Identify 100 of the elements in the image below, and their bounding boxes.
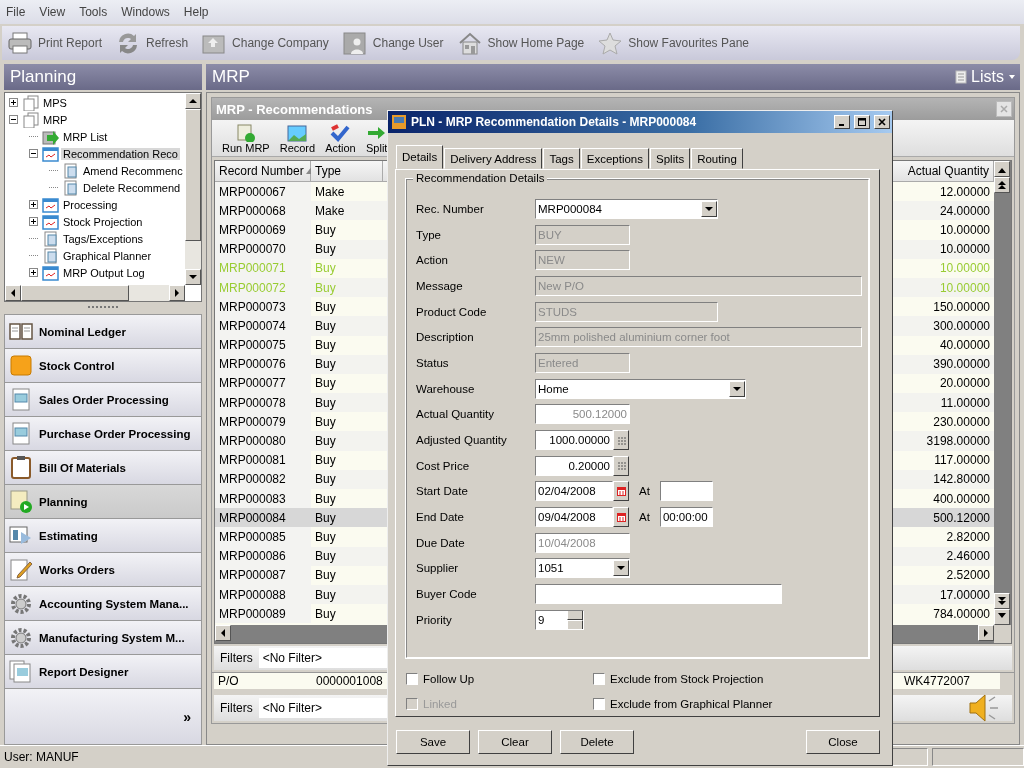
scroll-up-button[interactable] [185, 93, 201, 109]
toolbar-button[interactable]: Split [363, 124, 390, 154]
collapse-icon[interactable] [29, 149, 38, 158]
checkbox[interactable]: Exclude from Stock Projection [593, 666, 869, 691]
maximize-button[interactable] [854, 115, 870, 129]
text-field[interactable] [535, 584, 782, 605]
toolbar-button[interactable]: Run MRP [220, 124, 272, 154]
collapse-icon[interactable] [9, 115, 18, 124]
date-field[interactable]: 02/04/2008 [535, 481, 613, 502]
menu-item[interactable]: View [39, 5, 66, 19]
spin-down-button[interactable] [567, 619, 583, 629]
scroll-bottom-button[interactable] [994, 609, 1010, 625]
dropdown-button[interactable] [701, 200, 717, 217]
spin-up-button[interactable] [567, 610, 583, 620]
tree-item[interactable]: MRP Output Log [61, 266, 147, 279]
dropdown-field[interactable]: MRP000084 [535, 198, 718, 219]
scroll-right-button[interactable] [978, 625, 994, 641]
dialog-button[interactable]: Delete [560, 730, 634, 754]
checkbox[interactable]: Follow Up [406, 666, 593, 691]
tree-item[interactable]: MPS [41, 96, 69, 109]
tree-item[interactable]: Stock Projection [61, 215, 145, 228]
date-field[interactable]: 09/04/2008 [535, 507, 613, 528]
scroll-left-button[interactable] [215, 625, 231, 641]
menu-item[interactable]: Tools [79, 5, 108, 19]
calendar-button[interactable] [613, 507, 629, 528]
spinner-field[interactable]: 9 [535, 609, 584, 630]
scroll-right-button[interactable] [169, 285, 185, 301]
lists-button[interactable]: Lists [955, 68, 1016, 86]
toolbar-button[interactable]: Change Company [200, 29, 331, 57]
toolbar-button[interactable]: Record [277, 124, 318, 154]
expand-icon[interactable] [9, 98, 18, 107]
toolbar-button[interactable]: Action [323, 124, 358, 154]
expand-icon[interactable] [29, 268, 38, 277]
dialog-button[interactable]: Clear [478, 730, 552, 754]
expand-icon[interactable] [29, 217, 38, 226]
number-field[interactable]: 0.20000 [535, 455, 613, 476]
calendar-button[interactable] [613, 481, 629, 502]
page-icon [62, 162, 79, 179]
toolbar-button[interactable]: Show Home Page [455, 29, 587, 57]
text-field[interactable]: 10/04/2008 [535, 532, 630, 553]
module-button[interactable]: Report Designer [4, 655, 202, 689]
module-button[interactable]: Nominal Ledger [4, 314, 202, 349]
module-button[interactable]: Estimating [4, 519, 202, 553]
checkbox[interactable]: Exclude from Graphical Planner [593, 691, 869, 716]
menu-item[interactable]: File [6, 5, 26, 19]
calculator-button[interactable] [613, 455, 629, 476]
tab[interactable]: Details [396, 145, 444, 169]
column-header[interactable]: Record Number [215, 161, 311, 181]
module-button[interactable]: Manufacturing System M... [4, 621, 202, 655]
tab[interactable]: Exceptions [580, 148, 649, 169]
more-button[interactable]: » [183, 708, 191, 725]
time-field[interactable] [659, 481, 713, 502]
module-button[interactable]: Accounting System Mana... [4, 587, 202, 621]
menu-item[interactable]: Help [183, 5, 209, 19]
expand-icon[interactable] [29, 200, 38, 209]
tree-item[interactable]: Processing [61, 198, 120, 211]
dropdown-field[interactable]: 1051 [535, 558, 630, 579]
text-field[interactable]: 500.12000 [535, 404, 630, 425]
tree-item[interactable]: MRP [41, 113, 70, 126]
number-field[interactable]: 1000.00000 [535, 430, 613, 451]
toolbar-button[interactable]: Show Favourites Pane [596, 29, 751, 57]
scrollbar[interactable] [185, 93, 201, 285]
scrollbar[interactable] [994, 161, 1011, 625]
tree-item[interactable]: MRP List [61, 130, 110, 143]
tree-item[interactable]: Amend Recommenc [81, 164, 185, 177]
toolbar-button[interactable]: Refresh [114, 29, 191, 57]
module-button[interactable]: Works Orders [4, 553, 202, 587]
time-field[interactable]: 00:00:00 [659, 507, 713, 528]
module-button[interactable]: Sales Order Processing [4, 383, 202, 417]
tree-item[interactable]: Recommendation Reco [61, 147, 180, 160]
dropdown-button[interactable] [613, 560, 629, 577]
minimize-button[interactable] [834, 115, 850, 129]
dropdown-button[interactable] [729, 380, 745, 397]
tree-item[interactable]: Delete Recommend [81, 181, 183, 194]
tree-item[interactable]: Graphical Planner [61, 249, 154, 262]
page-down-button[interactable] [994, 593, 1010, 609]
page-up-button[interactable] [994, 177, 1010, 193]
tree-item[interactable]: Tags/Exceptions [61, 232, 146, 245]
column-header[interactable]: Actual Quantity [890, 161, 994, 181]
splitter-grip[interactable] [88, 306, 118, 310]
dropdown-field[interactable]: Home [535, 378, 746, 399]
tab[interactable]: Tags [543, 148, 580, 169]
tab[interactable]: Routing [691, 148, 743, 169]
scroll-down-button[interactable] [185, 269, 201, 285]
scrollbar[interactable] [5, 285, 185, 301]
scroll-left-button[interactable] [5, 285, 21, 301]
column-header[interactable]: Type [311, 161, 383, 181]
scroll-top-button[interactable] [994, 161, 1010, 177]
dialog-button[interactable]: Close [806, 730, 880, 754]
module-button[interactable]: Bill Of Materials [4, 451, 202, 485]
module-button[interactable]: Stock Control [4, 349, 202, 383]
dialog-button[interactable]: Save [396, 730, 470, 754]
toolbar-button[interactable]: Print Report [6, 29, 105, 57]
module-button[interactable]: Purchase Order Processing [4, 417, 202, 451]
calculator-button[interactable] [613, 430, 629, 451]
tab[interactable]: Splits [650, 148, 691, 169]
module-button[interactable]: Planning [4, 485, 202, 519]
tab[interactable]: Delivery Address [444, 148, 543, 169]
toolbar-button[interactable]: Change User [340, 29, 446, 57]
menu-item[interactable]: Windows [121, 5, 170, 19]
